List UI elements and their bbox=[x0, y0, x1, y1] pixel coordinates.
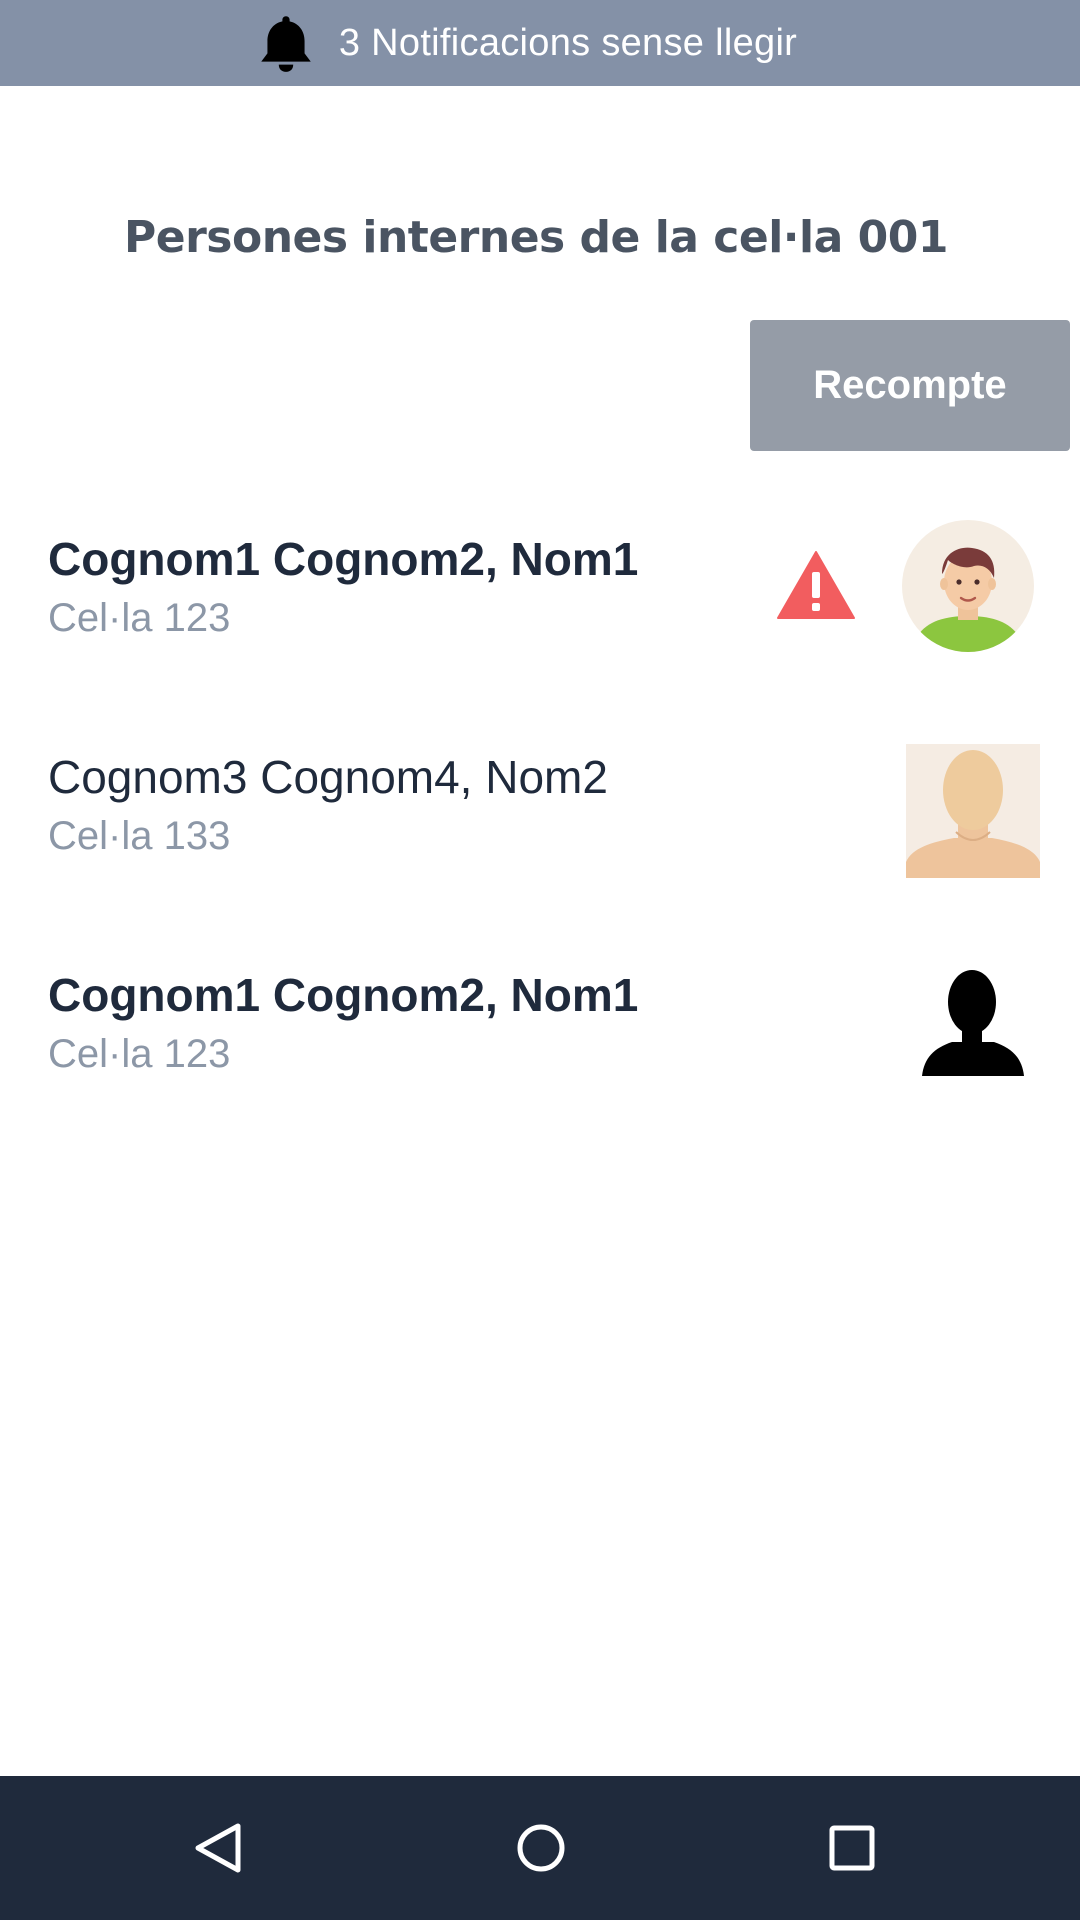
silhouette-avatar-icon bbox=[922, 970, 1024, 1076]
recents-icon[interactable] bbox=[816, 1812, 888, 1884]
notification-bar[interactable]: 3 Notificacions sense llegir bbox=[0, 0, 1080, 86]
warning-icon bbox=[777, 551, 855, 619]
person-row[interactable]: Cognom1 Cognom2, Nom1 Cel·la 123 bbox=[0, 968, 1080, 1118]
person-cell: Cel·la 133 bbox=[48, 814, 231, 858]
person-cell: Cel·la 123 bbox=[48, 596, 231, 640]
home-icon[interactable] bbox=[505, 1812, 577, 1884]
bell-icon bbox=[261, 16, 311, 72]
person-name: Cognom1 Cognom2, Nom1 bbox=[48, 533, 639, 585]
cartoon-avatar-icon bbox=[902, 520, 1034, 652]
blank-face-avatar-icon bbox=[906, 744, 1040, 878]
page-title: Persones internes de la cel·la 001 bbox=[124, 212, 948, 263]
person-cell: Cel·la 123 bbox=[48, 1032, 231, 1076]
recount-button[interactable]: Recompte bbox=[750, 320, 1070, 451]
person-row[interactable]: Cognom1 Cognom2, Nom1 Cel·la 123 bbox=[0, 520, 1080, 682]
navigation-bar bbox=[0, 1776, 1080, 1920]
person-row[interactable]: Cognom3 Cognom4, Nom2 Cel·la 133 bbox=[0, 744, 1080, 900]
person-name: Cognom3 Cognom4, Nom2 bbox=[48, 751, 608, 803]
back-icon[interactable] bbox=[182, 1812, 254, 1884]
person-name: Cognom1 Cognom2, Nom1 bbox=[48, 969, 639, 1021]
notification-text: 3 Notificacions sense llegir bbox=[338, 21, 798, 64]
